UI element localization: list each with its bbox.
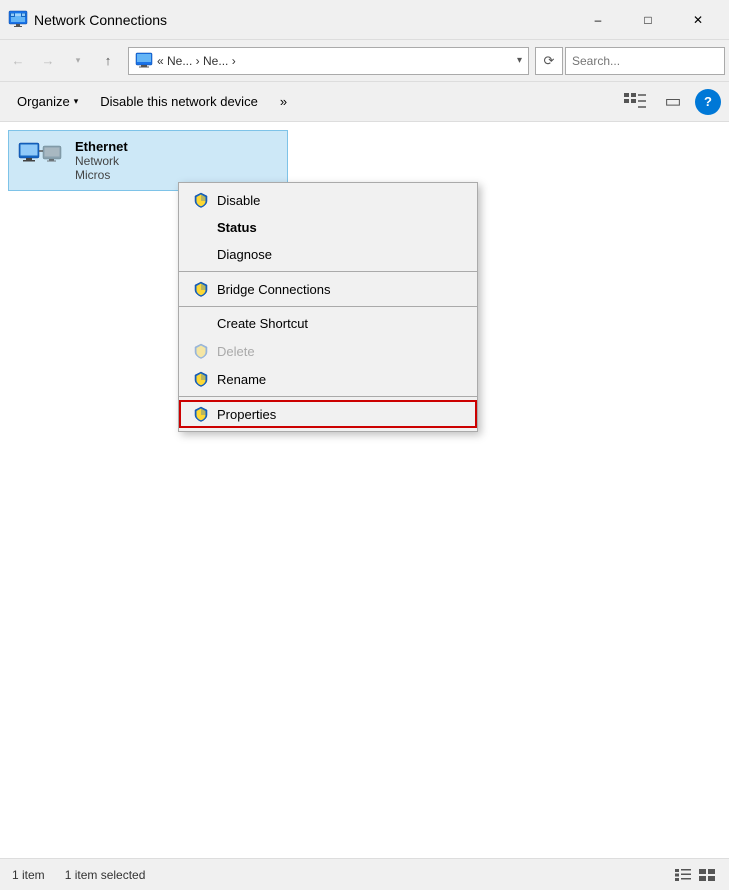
status-left: 1 item 1 item selected	[12, 868, 145, 882]
help-button[interactable]: ?	[695, 89, 721, 115]
window-title: Network Connections	[34, 12, 167, 28]
more-button[interactable]: »	[271, 88, 296, 116]
ethernet-line1: Network	[75, 154, 128, 168]
content-area: Ethernet Network Micros Disable Status	[0, 122, 729, 858]
toolbar: Organize ▾ Disable this network device »…	[0, 82, 729, 122]
title-bar: Network Connections – □ ✕	[0, 0, 729, 40]
maximize-button[interactable]: □	[625, 5, 671, 35]
refresh-button[interactable]: ⟳	[535, 47, 563, 75]
forward-button[interactable]: →	[34, 47, 62, 75]
view-options-button[interactable]	[619, 88, 651, 116]
context-menu-bridge-label: Bridge Connections	[217, 282, 330, 297]
shield-properties-icon	[193, 406, 209, 422]
disable-network-button[interactable]: Disable this network device	[91, 88, 267, 116]
organize-button[interactable]: Organize ▾	[8, 88, 87, 116]
close-button[interactable]: ✕	[675, 5, 721, 35]
context-menu-rename-label: Rename	[217, 372, 266, 387]
tile-view-icon[interactable]	[697, 865, 717, 885]
context-menu-properties[interactable]: Properties	[179, 400, 477, 428]
status-bar: 1 item 1 item selected	[0, 858, 729, 890]
title-controls: – □ ✕	[575, 5, 721, 35]
ethernet-info: Ethernet Network Micros	[75, 139, 128, 182]
back-button[interactable]: ←	[4, 47, 32, 75]
ethernet-icon	[17, 141, 65, 181]
shield-disable-icon	[193, 192, 209, 208]
address-icon	[135, 52, 153, 70]
nav-bar: ← → ▾ ↑ « Ne... › Ne... › ▾ ⟳	[0, 40, 729, 82]
organize-arrow-icon: ▾	[74, 96, 79, 107]
context-menu-diagnose[interactable]: Diagnose	[179, 241, 477, 268]
ethernet-line2: Micros	[75, 168, 128, 182]
address-bar[interactable]: « Ne... › Ne... › ▾	[128, 47, 529, 75]
context-menu-bridge[interactable]: Bridge Connections	[179, 275, 477, 303]
address-text: « Ne... › Ne... ›	[157, 54, 236, 68]
up-button[interactable]: ↑	[94, 47, 122, 75]
detail-view-icon[interactable]	[673, 865, 693, 885]
context-menu-status[interactable]: Status	[179, 214, 477, 241]
window-icon	[8, 10, 28, 30]
shield-delete-icon	[193, 343, 209, 359]
search-input[interactable]	[565, 47, 725, 75]
status-right	[673, 865, 717, 885]
context-menu-properties-label: Properties	[217, 407, 276, 422]
context-menu-disable[interactable]: Disable	[179, 186, 477, 214]
view-toggle-button[interactable]: ▭	[657, 88, 689, 116]
context-menu-delete-label: Delete	[217, 344, 255, 359]
selected-count: 1 item selected	[65, 868, 146, 882]
context-menu-rename[interactable]: Rename	[179, 365, 477, 393]
dropdown-button[interactable]: ▾	[64, 47, 92, 75]
minimize-button[interactable]: –	[575, 5, 621, 35]
context-menu-shortcut-label: Create Shortcut	[217, 316, 308, 331]
context-menu-shortcut[interactable]: Create Shortcut	[179, 310, 477, 337]
context-menu: Disable Status Diagnose Bridge Connectio…	[178, 182, 478, 432]
context-menu-status-label: Status	[217, 220, 257, 235]
shield-bridge-icon	[193, 281, 209, 297]
context-menu-delete[interactable]: Delete	[179, 337, 477, 365]
separator-3	[179, 396, 477, 397]
separator-1	[179, 271, 477, 272]
organize-label: Organize	[17, 94, 70, 109]
context-menu-disable-label: Disable	[217, 193, 260, 208]
disable-network-label: Disable this network device	[100, 94, 258, 109]
item-count: 1 item	[12, 868, 45, 882]
title-bar-left: Network Connections	[8, 10, 167, 30]
shield-rename-icon	[193, 371, 209, 387]
ethernet-name: Ethernet	[75, 139, 128, 154]
address-chevron-icon: ▾	[517, 55, 522, 66]
toolbar-right: ▭ ?	[619, 88, 721, 116]
context-menu-diagnose-label: Diagnose	[217, 247, 272, 262]
separator-2	[179, 306, 477, 307]
